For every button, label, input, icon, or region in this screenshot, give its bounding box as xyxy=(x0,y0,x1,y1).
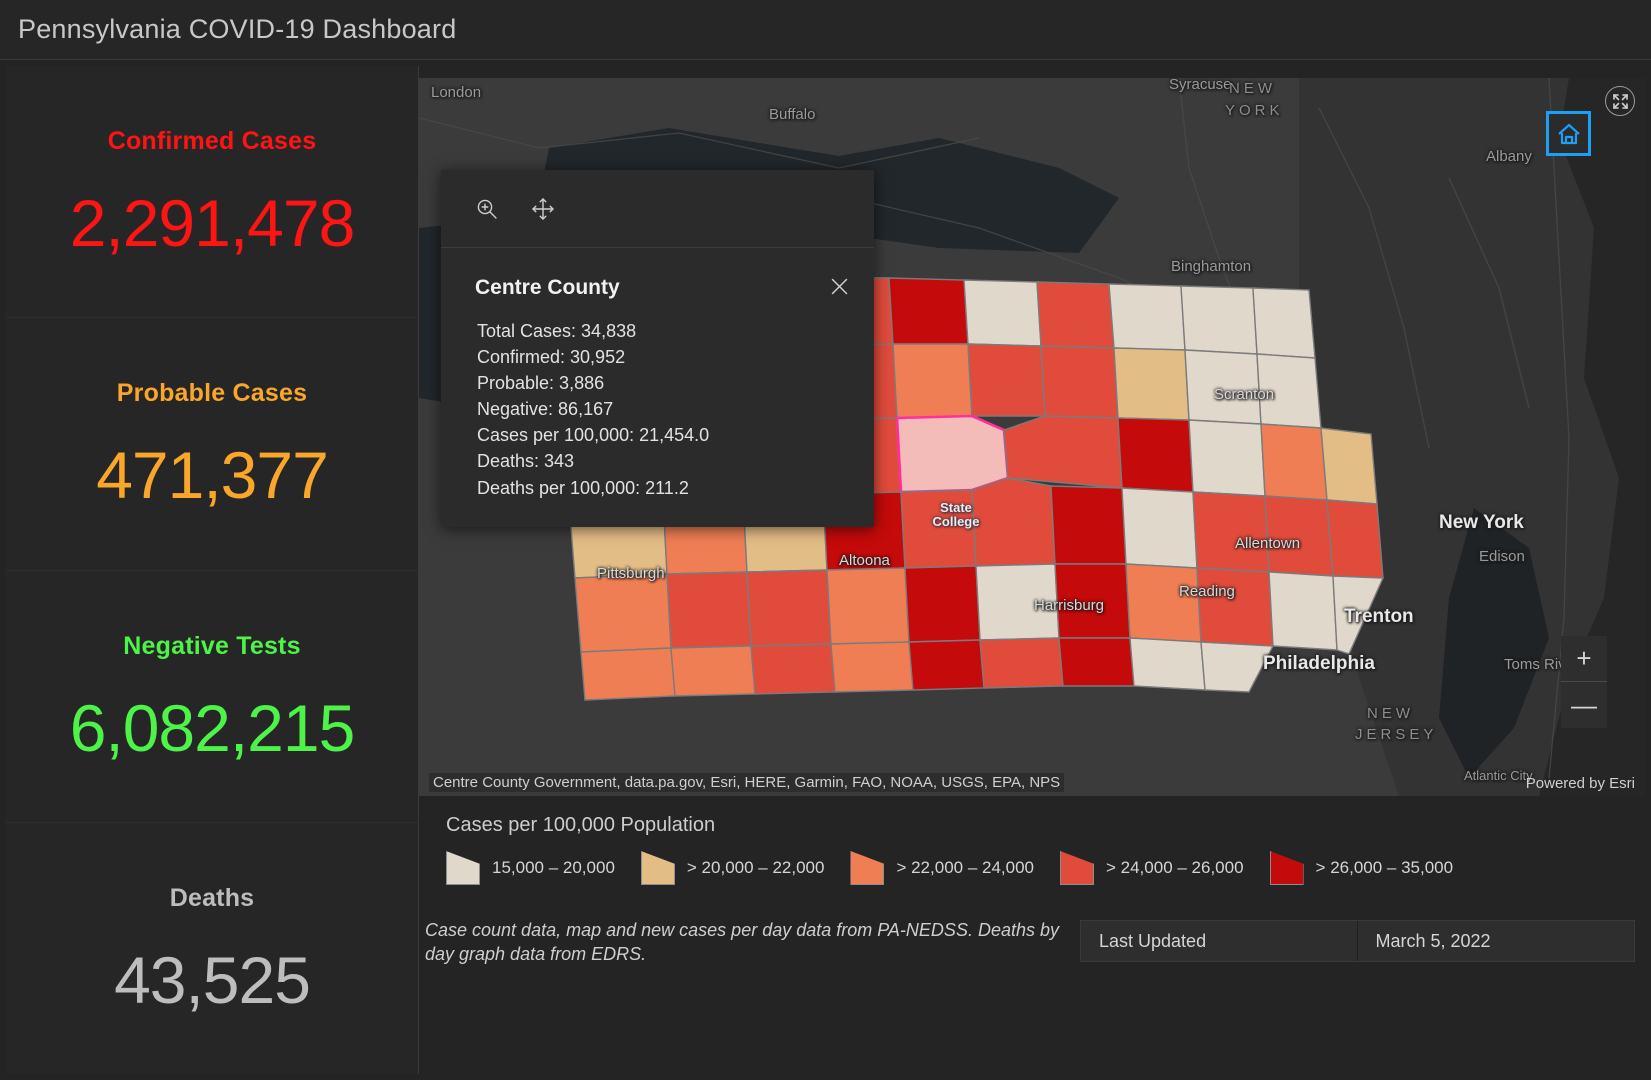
stat-label: Deaths xyxy=(169,883,255,912)
stats-panel: Confirmed Cases 2,291,478 Probable Cases… xyxy=(6,66,419,1074)
stat-label: Negative Tests xyxy=(123,631,301,660)
powered-by-esri: Powered by Esri xyxy=(1525,775,1635,792)
legend-label: > 22,000 – 24,000 xyxy=(896,858,1034,877)
pan-icon[interactable] xyxy=(531,197,555,221)
home-icon[interactable] xyxy=(1546,111,1591,156)
last-updated-table: Last Updated March 5, 2022 xyxy=(1080,920,1635,962)
legend-label: > 26,000 – 35,000 xyxy=(1315,858,1454,877)
page-title: Pennsylvania COVID-19 Dashboard xyxy=(18,14,457,44)
legend-swatch xyxy=(1060,851,1094,885)
last-updated-value: March 5, 2022 xyxy=(1375,930,1491,951)
legend-label: > 24,000 – 26,000 xyxy=(1106,858,1244,877)
stat-label: Probable Cases xyxy=(116,379,308,408)
map-legend: Cases per 100,000 Population 15,000 – 20… xyxy=(419,800,1645,918)
last-updated-label: Last Updated xyxy=(1081,921,1358,961)
legend-swatch xyxy=(640,851,675,885)
popup-field: Probable: 3,886 xyxy=(477,373,605,394)
popup-field: Confirmed: 30,952 xyxy=(477,347,626,368)
app-header: Pennsylvania COVID-19 Dashboard xyxy=(0,0,1651,60)
stat-value: 43,525 xyxy=(114,942,311,1017)
map-zoom-controls[interactable]: + — xyxy=(1561,636,1607,728)
stat-label: Confirmed Cases xyxy=(107,127,317,156)
legend-swatch xyxy=(850,851,885,885)
legend-item: > 20,000 – 22,000 xyxy=(640,851,825,885)
legend-item: 15,000 – 20,000 xyxy=(446,851,615,885)
stat-value: 2,291,478 xyxy=(69,186,356,261)
data-source-footnote: Case count data, map and new cases per d… xyxy=(425,920,1059,965)
feature-popup[interactable]: Centre County Total Cases: 34,838 Confir… xyxy=(441,170,874,527)
stat-value: 471,377 xyxy=(96,438,329,513)
legend-item: > 26,000 – 35,000 xyxy=(1269,851,1454,885)
stat-value: 6,082,215 xyxy=(69,690,356,765)
legend-title: Cases per 100,000 Population xyxy=(446,814,716,836)
popup-toolbar xyxy=(441,170,874,248)
stat-card-negative-tests: Negative Tests 6,082,215 xyxy=(6,571,418,823)
legend-swatch xyxy=(1269,851,1304,885)
popup-content: Total Cases: 34,838 Confirmed: 30,952 Pr… xyxy=(441,302,874,527)
zoom-to-icon[interactable] xyxy=(475,197,499,221)
legend-item: > 24,000 – 26,000 xyxy=(1060,851,1244,885)
dashboard-root: Pennsylvania COVID-19 Dashboard Confirme… xyxy=(0,0,1651,1080)
popup-field: Deaths: 343 xyxy=(477,451,575,472)
map-attribution: Centre County Government, data.pa.gov, E… xyxy=(429,773,1065,792)
legend-items: 15,000 – 20,000 > 20,000 – 22,000 > 22,0… xyxy=(446,851,1645,885)
legend-label: > 20,000 – 22,000 xyxy=(686,858,825,877)
legend-item: > 22,000 – 24,000 xyxy=(850,851,1034,885)
stat-card-confirmed-cases: Confirmed Cases 2,291,478 xyxy=(6,66,418,319)
close-icon[interactable] xyxy=(829,276,850,302)
zoom-out-button[interactable]: — xyxy=(1561,682,1607,728)
popup-header: Centre County xyxy=(441,248,874,302)
popup-field: Total Cases: 34,838 xyxy=(477,321,637,341)
popup-field: Cases per 100,000: 21,454.0 xyxy=(477,425,710,446)
popup-title: Centre County xyxy=(475,276,620,299)
expand-icon[interactable] xyxy=(1605,86,1635,116)
legend-label: 15,000 – 20,000 xyxy=(492,858,615,877)
zoom-in-button[interactable]: + xyxy=(1561,636,1607,682)
popup-field: Negative: 86,167 xyxy=(477,399,614,420)
stat-card-probable-cases: Probable Cases 471,377 xyxy=(6,318,418,571)
popup-field: Deaths per 100,000: 211.2 xyxy=(477,477,689,498)
legend-swatch xyxy=(446,851,480,885)
stat-card-deaths: Deaths 43,525 xyxy=(6,823,418,1074)
